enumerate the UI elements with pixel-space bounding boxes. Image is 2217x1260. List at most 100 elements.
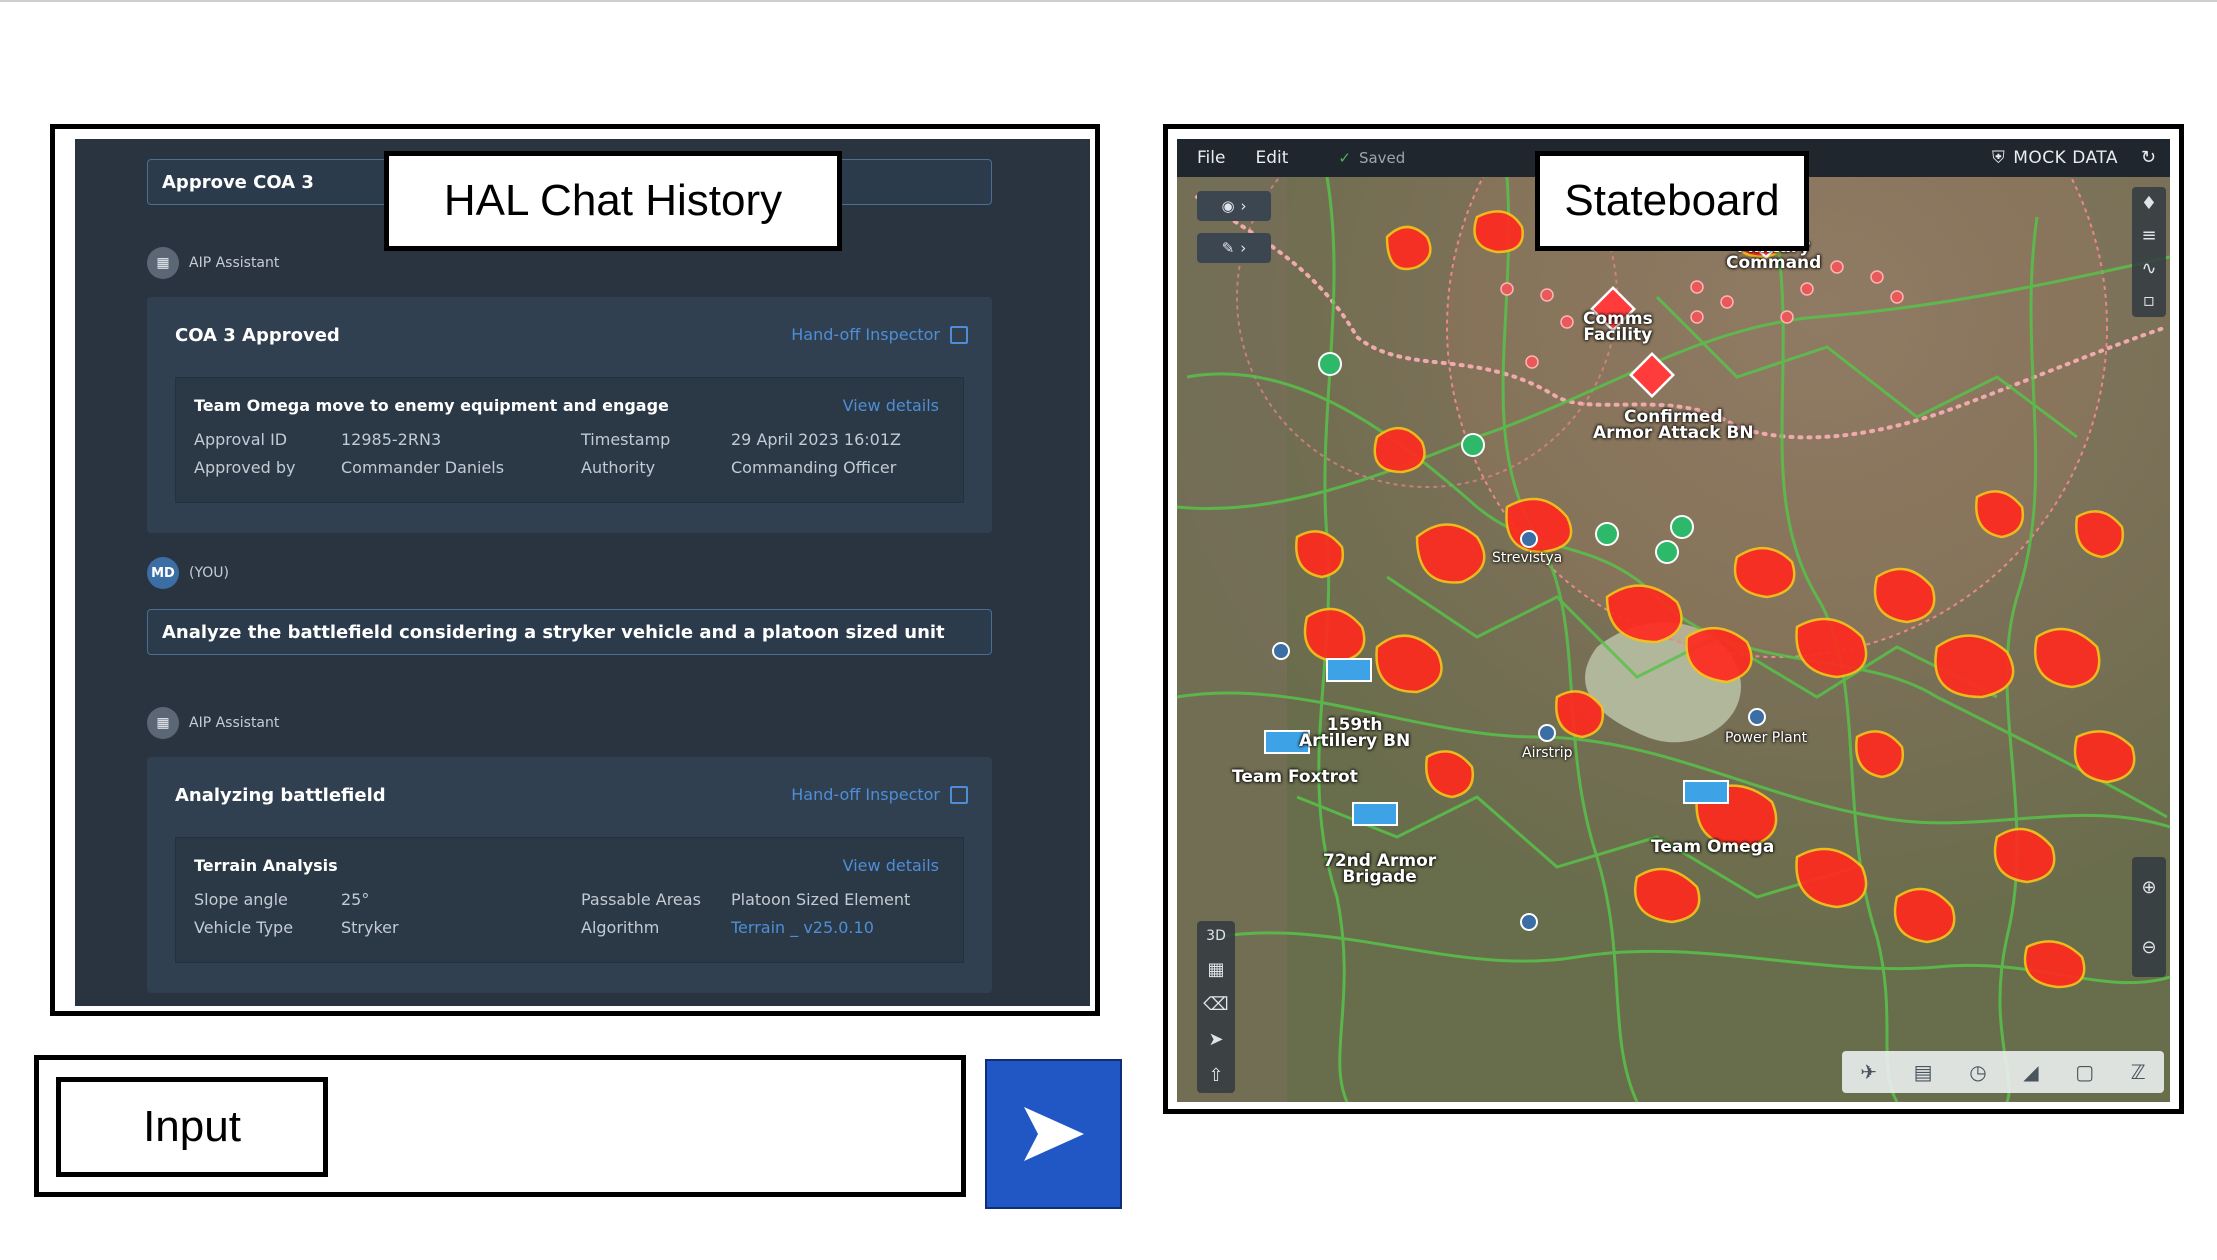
user-sender: MD (YOU) <box>147 557 229 589</box>
chat-history-label: HAL Chat History <box>384 151 842 251</box>
card-title: COA 3 Approved <box>175 325 340 346</box>
approval-details: Team Omega move to enemy equipment and e… <box>175 377 964 503</box>
eraser-icon[interactable]: ⌫ <box>1203 994 1228 1015</box>
globe-layer-toggle[interactable]: ◉ › <box>1197 191 1271 221</box>
chat-input-field[interactable]: Input <box>34 1055 966 1197</box>
handoff-inspector-link[interactable]: Hand-off Inspector <box>791 325 968 344</box>
user-avatar: MD <box>147 557 179 589</box>
layers-icon[interactable]: ◢ <box>2023 1060 2038 1084</box>
power-plant-pin-icon <box>1748 708 1766 726</box>
field-value: Commanding Officer <box>731 458 897 477</box>
user-tag: (YOU) <box>189 565 229 581</box>
frame-icon[interactable]: ▢ <box>2075 1060 2094 1084</box>
place-label-power-plant: Power Plant <box>1725 730 1808 746</box>
zoom-out-icon[interactable]: ⊖ <box>2141 937 2156 958</box>
assistant-sender: ▦ AIP Assistant <box>147 707 279 739</box>
assistant-name: AIP Assistant <box>189 715 280 731</box>
draw-layer-toggle[interactable]: ✎ › <box>1197 233 1271 263</box>
algorithm-link[interactable]: Terrain _ v25.0.10 <box>731 918 874 937</box>
field-value: Stryker <box>341 918 399 937</box>
unit-label-team-foxtrot[interactable]: Team Foxtrot <box>1232 769 1358 786</box>
chevron-right-icon: › <box>1240 239 1247 257</box>
activity-icon[interactable]: ∿ <box>2141 258 2156 279</box>
hostile-markers <box>1264 213 1789 931</box>
view-details-link[interactable]: View details <box>843 396 939 415</box>
place-label-strevistya: Strevistya <box>1492 550 1563 566</box>
mock-data-label: MOCK DATA <box>2013 148 2118 168</box>
field-value: Platoon Sized Element <box>731 890 911 909</box>
check-icon: ✓ <box>1338 149 1351 167</box>
panel-icon <box>950 785 968 804</box>
unit-label-artillery-bn[interactable]: 159th Artillery BN <box>1299 717 1410 750</box>
artillery-bn-marker <box>1326 658 1372 682</box>
mock-data-badge: ⛨ MOCK DATA <box>1992 148 2118 168</box>
send-button[interactable] <box>985 1059 1122 1209</box>
chat-history-panel: Approve COA 3 ▦ AIP Assistant COA 3 Appr… <box>50 124 1100 1016</box>
assistant-sender: ▦ AIP Assistant <box>147 247 279 279</box>
target-label-armor-attack-bn[interactable]: Confirmed Armor Attack BN <box>1593 409 1754 442</box>
handoff-inspector-link[interactable]: Hand-off Inspector <box>791 785 968 804</box>
chat-scroll-area[interactable]: Approve COA 3 ▦ AIP Assistant COA 3 Appr… <box>75 139 1090 1006</box>
bell-icon[interactable]: ♦ <box>2141 193 2157 214</box>
approval-title: Team Omega move to enemy equipment and e… <box>194 396 669 415</box>
upload-icon[interactable]: ⇧ <box>1208 1065 1223 1086</box>
bottom-tool-row: ✈ ▤ ◷ ◢ ▢ ℤ <box>1842 1051 2164 1093</box>
field-label: Timestamp <box>581 430 671 449</box>
handoff-label: Hand-off Inspector <box>791 325 940 344</box>
plane-icon[interactable]: ✈ <box>1860 1060 1877 1084</box>
user-message-analyze: Analyze the battlefield considering a st… <box>147 609 992 655</box>
menu-edit[interactable]: Edit <box>1255 148 1288 168</box>
field-label: Algorithm <box>581 918 660 937</box>
zoom-controls: ⊕ ⊖ <box>2132 857 2166 977</box>
armor-brigade-marker <box>1352 802 1398 826</box>
chevron-right-icon: › <box>1240 197 1247 215</box>
strevistya-pin-icon <box>1520 530 1538 548</box>
zoom-in-icon[interactable]: ⊕ <box>2141 877 2156 898</box>
view-details-link[interactable]: View details <box>843 856 939 875</box>
terrain-details: Terrain Analysis View details Slope angl… <box>175 837 964 963</box>
field-label: Vehicle Type <box>194 918 294 937</box>
location-pin-icon <box>1520 913 1538 931</box>
globe-icon: ◉ <box>1221 197 1235 215</box>
place-label-airstrip: Airstrip <box>1522 745 1573 761</box>
assistant-name: AIP Assistant <box>189 255 280 271</box>
handoff-label: Hand-off Inspector <box>791 785 940 804</box>
airstrip-pin-icon <box>1538 724 1556 742</box>
field-value: 25° <box>341 890 370 909</box>
field-value: 12985-2RN3 <box>341 430 442 449</box>
list-icon[interactable]: ≡ <box>2141 225 2156 246</box>
field-label: Slope angle <box>194 890 288 909</box>
stateboard-label: Stateboard <box>1535 151 1809 251</box>
target-label-comms-facility[interactable]: Comms Facility <box>1583 311 1653 344</box>
left-tool-column: 3D ▦ ⌫ ➤ ⇧ <box>1197 921 1235 1093</box>
armor-attack-bn-marker <box>1629 352 1675 398</box>
send-arrow-icon <box>1023 1107 1084 1161</box>
field-value: Commander Daniels <box>341 458 505 477</box>
table-icon[interactable]: ▤ <box>1914 1060 1933 1084</box>
right-tool-column: ♦ ≡ ∿ ▫ <box>2132 187 2166 317</box>
menu-file[interactable]: File <box>1197 148 1225 168</box>
chat-icon[interactable]: ▫ <box>2143 290 2155 311</box>
pen-icon: ✎ <box>1221 239 1235 257</box>
stateboard-panel: File Edit ✓ Saved ⛨ MOCK DATA ↻ Command … <box>1163 124 2184 1114</box>
input-label: Input <box>56 1077 328 1177</box>
signal-icon[interactable]: ℤ <box>2131 1060 2146 1084</box>
team-omega-marker <box>1683 780 1729 804</box>
field-label: Passable Areas <box>581 890 701 909</box>
field-label: Approval ID <box>194 430 288 449</box>
message-text: Analyze the battlefield considering a st… <box>162 621 945 643</box>
unit-label-armor-brigade[interactable]: 72nd Armor Brigade <box>1323 853 1436 886</box>
location-pin-icon <box>1272 642 1290 660</box>
field-value: 29 April 2023 16:01Z <box>731 430 901 449</box>
unit-label-team-omega[interactable]: Team Omega <box>1651 839 1774 856</box>
refresh-icon[interactable]: ↻ <box>2141 147 2156 168</box>
assistant-avatar-icon: ▦ <box>147 247 179 279</box>
assistant-avatar-icon: ▦ <box>147 707 179 739</box>
3d-toggle[interactable]: 3D <box>1206 928 1226 944</box>
clock-icon[interactable]: ◷ <box>1969 1060 1986 1084</box>
grid-icon[interactable]: ▦ <box>1207 959 1224 980</box>
field-label: Approved by <box>194 458 296 477</box>
top-divider <box>0 0 2217 2</box>
arrow-icon[interactable]: ➤ <box>1208 1029 1223 1050</box>
response-card-analysis: Analyzing battlefield Hand-off Inspector… <box>147 757 992 993</box>
